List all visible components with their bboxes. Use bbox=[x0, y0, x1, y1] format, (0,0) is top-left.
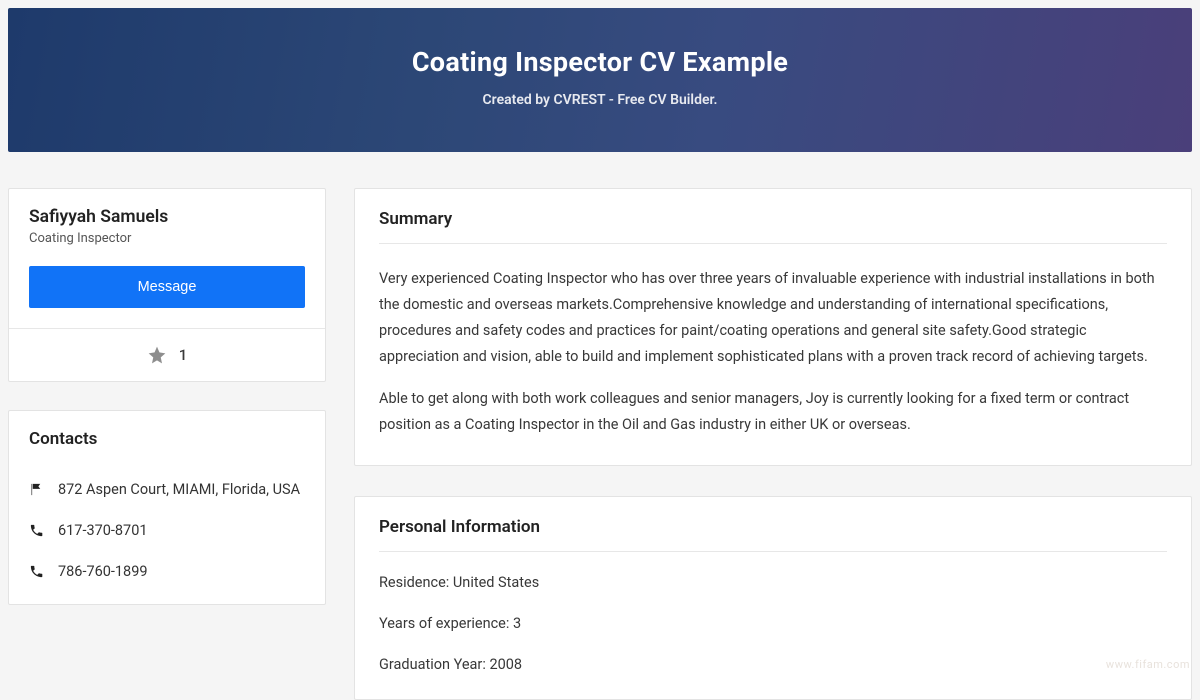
summary-section: Summary Very experienced Coating Inspect… bbox=[354, 188, 1192, 466]
info-residence: Residence: United States bbox=[379, 574, 1167, 591]
message-button[interactable]: Message bbox=[29, 266, 305, 308]
info-years: Years of experience: 3 bbox=[379, 615, 1167, 632]
page-title: Coating Inspector CV Example bbox=[28, 46, 1172, 78]
profile-card: Safiyyah Samuels Coating Inspector Messa… bbox=[8, 188, 326, 382]
divider bbox=[379, 551, 1167, 552]
contact-phone1: 617-370-8701 bbox=[58, 522, 148, 539]
contact-phone1-row: 617-370-8701 bbox=[29, 522, 305, 539]
summary-para2: Able to get along with both work colleag… bbox=[379, 386, 1167, 438]
star-icon bbox=[147, 345, 167, 365]
profile-role: Coating Inspector bbox=[29, 231, 305, 246]
contacts-heading: Contacts bbox=[29, 429, 305, 449]
hero-banner: Coating Inspector CV Example Created by … bbox=[8, 8, 1192, 152]
summary-para1: Very experienced Coating Inspector who h… bbox=[379, 266, 1167, 370]
phone-icon bbox=[29, 564, 44, 579]
contact-phone2: 786-760-1899 bbox=[58, 563, 148, 580]
personal-info-section: Personal Information Residence: United S… bbox=[354, 496, 1192, 700]
page-subtitle: Created by CVREST - Free CV Builder. bbox=[28, 92, 1172, 108]
summary-heading: Summary bbox=[379, 209, 1167, 229]
divider bbox=[379, 243, 1167, 244]
profile-name: Safiyyah Samuels bbox=[29, 207, 305, 227]
contact-phone2-row: 786-760-1899 bbox=[29, 563, 305, 580]
contacts-card: Contacts 872 Aspen Court, MIAMI, Florida… bbox=[8, 410, 326, 605]
contact-address: 872 Aspen Court, MIAMI, Florida, USA bbox=[58, 481, 300, 498]
info-grad: Graduation Year: 2008 bbox=[379, 656, 1167, 673]
profile-rating: 1 bbox=[179, 346, 188, 364]
flag-icon bbox=[29, 482, 44, 497]
personal-heading: Personal Information bbox=[379, 517, 1167, 537]
contact-address-row: 872 Aspen Court, MIAMI, Florida, USA bbox=[29, 481, 305, 498]
phone-icon bbox=[29, 523, 44, 538]
